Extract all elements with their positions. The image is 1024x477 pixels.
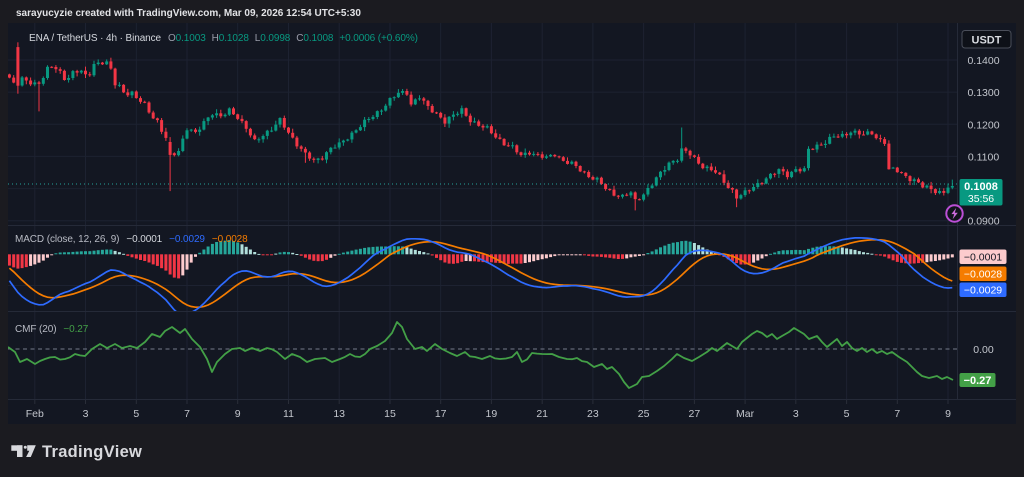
svg-text:CMF (20)−0.27: CMF (20)−0.27	[15, 324, 89, 335]
svg-text:19: 19	[486, 408, 498, 420]
svg-text:15: 15	[384, 408, 396, 420]
svg-text:MACD (close, 12, 26, 9)−0.0001: MACD (close, 12, 26, 9)−0.0001−0.0029−0.…	[15, 234, 248, 245]
svg-text:0.1400: 0.1400	[967, 55, 999, 67]
svg-text:11: 11	[283, 408, 294, 420]
svg-text:7: 7	[184, 408, 190, 420]
svg-text:0.0900: 0.0900	[967, 216, 999, 228]
svg-text:35:56: 35:56	[968, 193, 994, 205]
svg-text:9: 9	[235, 408, 241, 420]
svg-text:−0.0028: −0.0028	[964, 269, 1002, 281]
svg-text:Mar: Mar	[736, 408, 755, 420]
svg-text:−0.0029: −0.0029	[964, 285, 1002, 297]
svg-text:9: 9	[945, 408, 951, 420]
svg-text:TradingView: TradingView	[42, 443, 142, 461]
svg-text:0.1100: 0.1100	[968, 151, 999, 163]
svg-text:25: 25	[638, 408, 650, 420]
svg-text:7: 7	[894, 408, 900, 420]
svg-text:USDT: USDT	[972, 35, 1002, 47]
svg-text:23: 23	[587, 408, 599, 420]
svg-text:0.1300: 0.1300	[967, 87, 999, 99]
svg-text:5: 5	[133, 408, 139, 420]
svg-text:13: 13	[333, 408, 345, 420]
svg-text:17: 17	[435, 408, 447, 420]
svg-text:0.1200: 0.1200	[967, 119, 999, 131]
svg-text:5: 5	[844, 408, 850, 420]
svg-text:ENA / TetherUS · 4h · BinanceO: ENA / TetherUS · 4h · BinanceO0.1003H0.1…	[29, 33, 418, 44]
svg-text:3: 3	[793, 408, 799, 420]
svg-text:0.00: 0.00	[973, 344, 994, 356]
svg-text:−0.27: −0.27	[964, 375, 992, 387]
svg-text:Feb: Feb	[26, 408, 44, 420]
svg-text:3: 3	[83, 408, 89, 420]
svg-text:0.1008: 0.1008	[964, 181, 998, 193]
svg-text:27: 27	[689, 408, 701, 420]
svg-text:sarayucyzie created with Tradi: sarayucyzie created with TradingView.com…	[16, 8, 361, 19]
svg-text:21: 21	[536, 408, 548, 420]
svg-text:−0.0001: −0.0001	[964, 252, 1002, 264]
